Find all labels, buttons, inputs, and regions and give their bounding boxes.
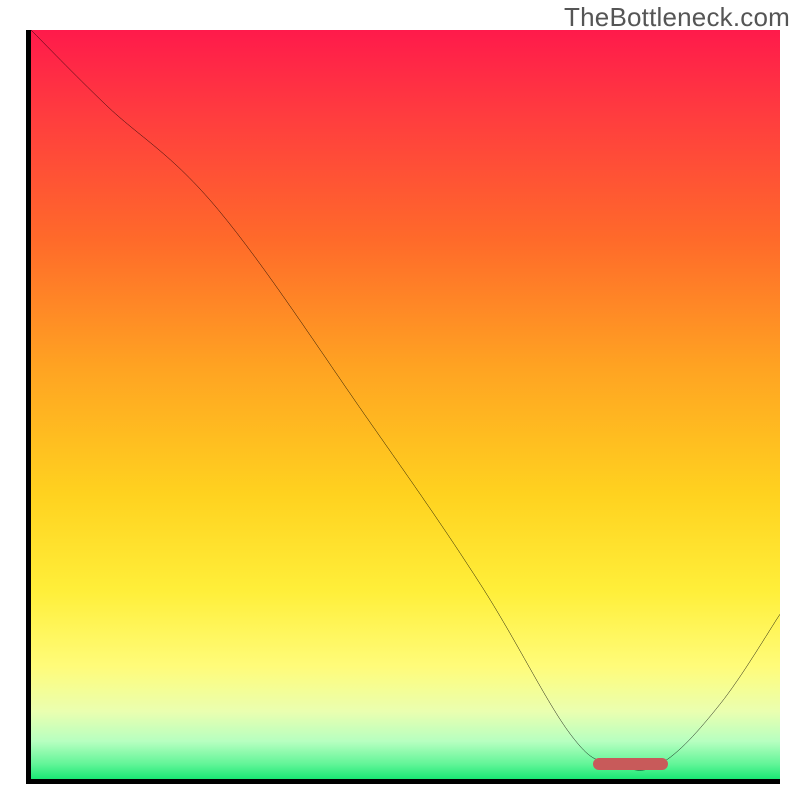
chart-frame: TheBottleneck.com	[0, 0, 800, 800]
plot-area	[26, 30, 780, 784]
optimal-marker	[593, 758, 668, 770]
watermark-text: TheBottleneck.com	[564, 2, 790, 33]
curve-line	[31, 30, 780, 779]
